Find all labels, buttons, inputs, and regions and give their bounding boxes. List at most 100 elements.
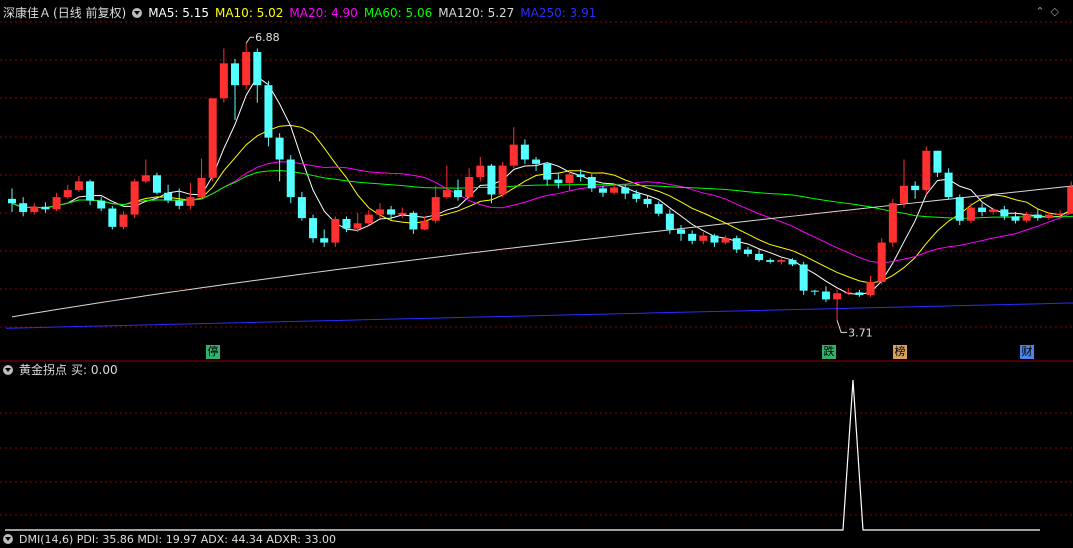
candle <box>264 80 273 147</box>
ma60-label: MA60: 5.06 <box>363 6 433 20</box>
candle-body-down <box>532 159 541 164</box>
candle-body-down <box>297 197 306 219</box>
candle-body-up <box>866 281 875 296</box>
candle <box>777 258 786 265</box>
candle <box>409 211 418 234</box>
candle <box>476 156 485 182</box>
candle-body-up <box>610 187 619 193</box>
candle-body-up <box>52 197 61 210</box>
candle-body-down <box>766 260 775 262</box>
ma20-line <box>11 161 1073 264</box>
badge-ranking[interactable]: 榜 <box>893 345 907 359</box>
candle-body-up <box>844 292 853 294</box>
panel-nav-icons[interactable]: ⌃◇ <box>1035 5 1065 18</box>
candle-body-up <box>1022 214 1031 221</box>
settings-dropdown-icon[interactable] <box>132 8 143 18</box>
candle-body-up <box>1056 213 1065 215</box>
candle <box>152 172 161 195</box>
candle <box>721 235 730 245</box>
candle-body-down <box>275 137 284 160</box>
candle-body-up <box>197 177 206 198</box>
dmi-dropdown-icon[interactable] <box>3 534 13 544</box>
collapse-up-icon[interactable]: ⌃ <box>1035 5 1050 18</box>
badge-financial[interactable]: 财 <box>1020 345 1034 359</box>
candle-body-down <box>175 200 184 206</box>
candle <box>888 198 897 247</box>
low-pointer <box>836 320 848 333</box>
candle <box>632 190 641 203</box>
candle-body-down <box>309 218 318 239</box>
candle <box>900 159 908 208</box>
candle-body-down <box>454 190 462 198</box>
candle-body-down <box>688 233 697 241</box>
candle-body-up <box>442 190 451 198</box>
candle-body-down <box>799 264 808 291</box>
ma250-line <box>5 302 1073 329</box>
dmi-header: DMI(14,6) PDI: 35.86 MDI: 19.97 ADX: 44.… <box>3 532 342 548</box>
candle <box>877 238 886 285</box>
candle <box>52 192 61 212</box>
badge-suspension-label: 停 <box>207 345 219 358</box>
candle-body-down <box>342 218 351 229</box>
candle <box>810 289 819 296</box>
candle-body-up <box>900 185 908 204</box>
candle <box>286 155 295 204</box>
candle-body-up <box>476 165 485 177</box>
candle-body-down <box>654 204 663 214</box>
badge-decline[interactable]: 跌 <box>822 345 836 359</box>
candle <box>855 289 864 297</box>
candle-body-up <box>465 177 474 198</box>
candle-body-up <box>1067 186 1073 214</box>
indicator-dropdown-icon[interactable] <box>3 365 13 375</box>
candle <box>231 58 239 121</box>
moving-average-lines <box>5 76 1073 329</box>
candle-body-down <box>286 159 295 198</box>
kline-chart[interactable]: 6.88 3.71 <box>0 0 1073 540</box>
candle-body-up <box>242 51 251 86</box>
candle <box>922 146 931 195</box>
candle <box>1033 209 1042 221</box>
candle <box>487 163 496 204</box>
period-label: (日线 前复权) <box>53 6 127 20</box>
candlestick-series <box>8 43 1073 321</box>
indicator-title[interactable]: 黄金拐点 <box>19 363 67 377</box>
candle-body-up <box>509 144 518 166</box>
ma5-label: MA5: 5.15 <box>148 6 209 20</box>
badge-financial-label: 财 <box>1021 345 1033 358</box>
candle-body-up <box>375 209 384 215</box>
candle <box>520 139 529 164</box>
candle-body-down <box>598 188 607 193</box>
candle <box>743 246 752 257</box>
candle <box>766 258 775 264</box>
candle <box>186 183 195 210</box>
badge-suspension[interactable]: 停 <box>206 345 220 359</box>
candle-body-down <box>732 238 741 250</box>
candle <box>119 211 128 230</box>
candle <box>677 225 685 241</box>
high-pointer <box>245 36 255 44</box>
candle-body-down <box>587 177 596 189</box>
candle <box>565 170 574 191</box>
candle <box>955 194 964 226</box>
candle-body-down <box>821 291 830 300</box>
candle-body-down <box>152 175 161 193</box>
candle-body-down <box>86 181 95 201</box>
candle <box>465 168 474 199</box>
ma5-line <box>11 76 1073 295</box>
candle-body-up <box>777 260 786 262</box>
candle-body-down <box>632 193 641 199</box>
candle-body-down <box>253 51 262 86</box>
candle <box>41 202 50 213</box>
stock-name[interactable]: 深康佳Ａ <box>3 6 51 20</box>
candle <box>331 216 340 247</box>
candle <box>654 201 663 217</box>
candle-body-up <box>721 238 730 243</box>
candle-body-down <box>19 203 28 212</box>
candle-body-down <box>543 163 552 180</box>
candle-body-down <box>621 187 630 194</box>
candle-body-up <box>331 218 340 243</box>
ma250-label: MA250: 3.91 <box>520 6 597 20</box>
candle-body-down <box>576 174 585 177</box>
candle-body-up <box>431 197 440 221</box>
diamond-icon[interactable]: ◇ <box>1051 5 1065 18</box>
